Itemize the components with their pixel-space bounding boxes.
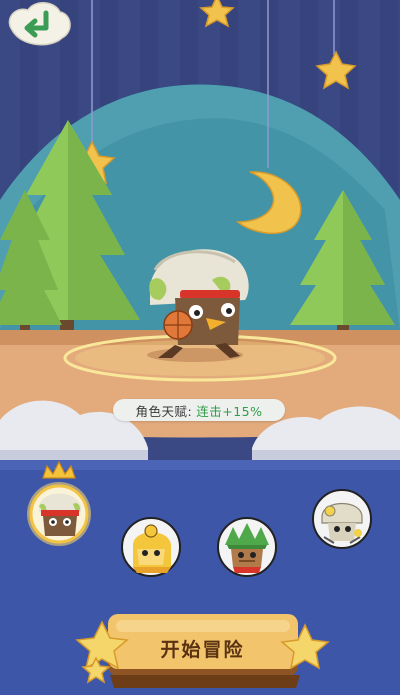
character-slot[interactable]	[310, 487, 374, 551]
character-slot[interactable]	[215, 515, 279, 579]
white-hair-headband-hero-icon	[39, 493, 81, 536]
game-scene	[0, 0, 400, 695]
back-button[interactable]	[2, 0, 72, 52]
talent-label-text: 角色天赋:	[135, 403, 193, 419]
talent-label: 角色天赋: 连击+15%	[113, 399, 285, 421]
start-adventure-label: 开始冒险	[160, 638, 245, 661]
character-slot[interactable]	[119, 515, 183, 579]
character-slot-selected[interactable]	[25, 460, 93, 552]
crown-icon	[42, 460, 76, 479]
talent-value: 连击+15%	[196, 403, 263, 419]
